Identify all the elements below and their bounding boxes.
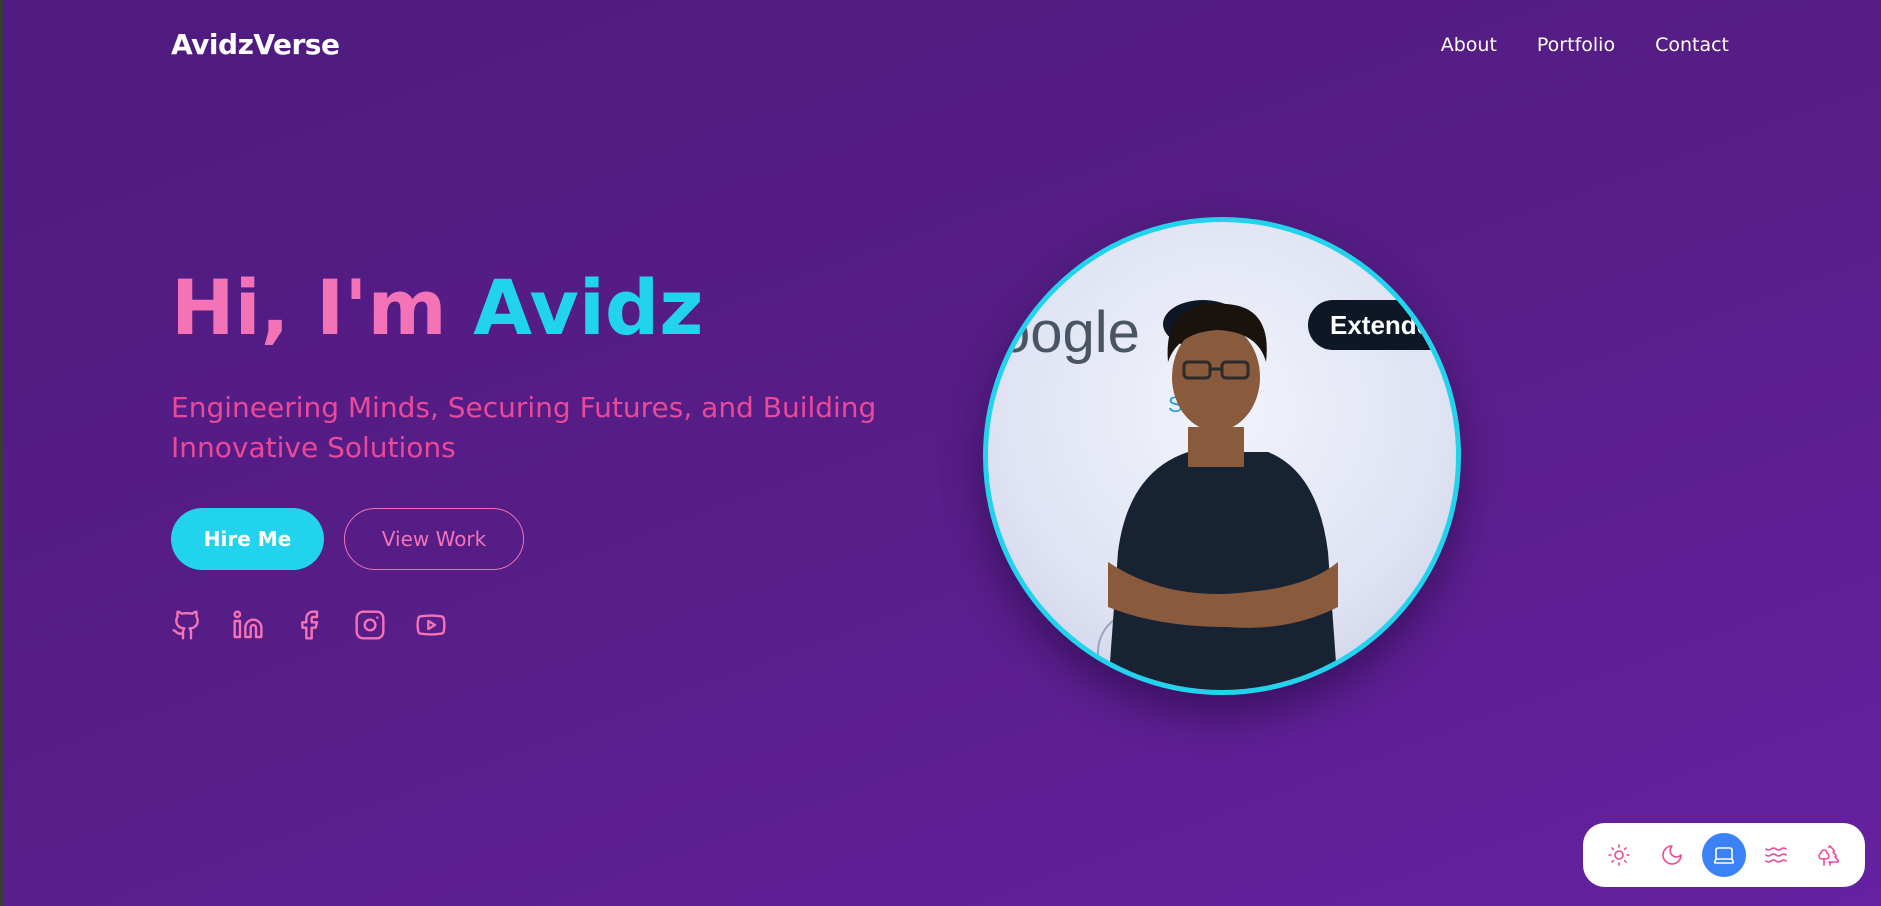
hero-tagline: Engineering Minds, Securing Futures, and…: [171, 391, 877, 464]
hero-headline: Hi, I'm Avidz: [171, 270, 704, 346]
top-nav: About Portfolio Contact: [1441, 34, 1729, 56]
social-links: [171, 609, 447, 641]
hero-buttons: Hire Me View Work: [171, 508, 524, 570]
nav-portfolio[interactable]: Portfolio: [1537, 34, 1615, 56]
laptop-icon[interactable]: [1701, 833, 1746, 877]
youtube-icon[interactable]: [415, 609, 447, 641]
moon-icon[interactable]: [1650, 833, 1694, 877]
profile-photo-illustration: oogle Extended Sri a: [998, 300, 1456, 690]
brand-logo[interactable]: AvidzVerse: [171, 28, 340, 61]
github-icon[interactable]: [171, 609, 203, 641]
backdrop-text-left: oogle: [998, 300, 1140, 365]
nav-contact[interactable]: Contact: [1655, 34, 1729, 56]
backdrop-text-right: Extended: [1330, 310, 1447, 340]
person-neck: [1188, 427, 1244, 467]
view-work-button[interactable]: View Work: [344, 508, 524, 570]
linkedin-icon[interactable]: [232, 609, 264, 641]
theme-switcher: [1583, 823, 1865, 887]
profile-photo: oogle Extended Sri a: [983, 217, 1461, 695]
trees-icon[interactable]: [1807, 833, 1851, 877]
person-shirt: [1108, 452, 1338, 690]
facebook-icon[interactable]: [293, 609, 325, 641]
waves-icon[interactable]: [1754, 833, 1798, 877]
sun-icon[interactable]: [1597, 833, 1641, 877]
nav-about[interactable]: About: [1441, 34, 1497, 56]
hero-name: Avidz: [473, 263, 704, 352]
instagram-icon[interactable]: [354, 609, 386, 641]
hire-me-button[interactable]: Hire Me: [171, 508, 324, 570]
hero-greeting: Hi, I'm: [171, 263, 447, 352]
